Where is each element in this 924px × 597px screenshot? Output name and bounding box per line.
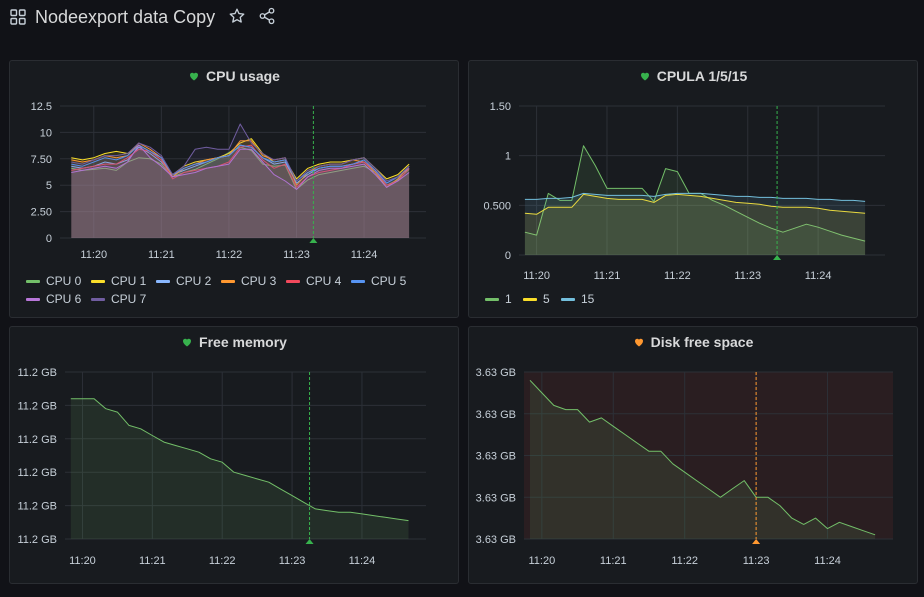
legend-item[interactable]: CPU 2 — [156, 274, 211, 288]
legend-item[interactable]: 5 — [523, 292, 550, 306]
legend-item[interactable]: 15 — [561, 292, 594, 306]
legend-swatch — [26, 297, 40, 301]
x-tick-label: 11:24 — [805, 270, 832, 282]
legend-swatch — [561, 297, 575, 301]
x-tick-label: 11:23 — [734, 270, 761, 282]
apps-grid-icon[interactable] — [10, 9, 26, 25]
legend-label: CPU 1 — [111, 274, 147, 288]
y-tick-label: 1.50 — [490, 101, 511, 113]
dashboard-title[interactable]: Nodeexport data Copy — [35, 7, 215, 28]
y-tick-label: 3.63 GB — [476, 367, 516, 379]
y-tick-label: 11.2 GB — [17, 367, 57, 379]
legend-label: CPU 2 — [176, 274, 212, 288]
legend-swatch — [26, 279, 40, 283]
y-tick-label: 2.50 — [31, 207, 52, 219]
x-tick-label: 11:20 — [523, 270, 550, 282]
x-tick-label: 11:24 — [814, 555, 841, 567]
x-tick-label: 11:22 — [671, 555, 698, 567]
x-tick-label: 11:20 — [80, 249, 107, 261]
x-tick-label: 11:20 — [528, 555, 555, 567]
legend-swatch — [485, 297, 499, 301]
x-tick-label: 11:21 — [594, 270, 621, 282]
legend-swatch — [351, 279, 365, 283]
y-tick-label: 3.63 GB — [476, 409, 516, 421]
disk-free-panel: Disk free space 3.63 GB 3.63 GB 3.63 GB 3.6… — [468, 326, 918, 584]
free-memory-panel: Free memory 11.2 GB 11.2 GB 11.2 GB 11.2 GB… — [9, 326, 459, 584]
x-tick-label: 11:22 — [664, 270, 691, 282]
annotation-marker — [752, 539, 761, 544]
legend-label: 5 — [543, 292, 550, 306]
y-tick-label: 0 — [46, 233, 52, 245]
x-tick-label: 11:24 — [351, 249, 378, 261]
y-tick-label: 10 — [40, 127, 52, 139]
cpula-chart[interactable]: 0 0.500 1 1.50 11:20 11:21 11:22 11:23 11:24 — [469, 61, 919, 319]
y-tick-label: 3.63 GB — [476, 492, 516, 504]
x-tick-label: 11:24 — [349, 555, 376, 567]
legend-item[interactable]: CPU 5 — [351, 274, 406, 288]
series-area — [524, 193, 866, 255]
legend-label: 1 — [505, 292, 512, 306]
y-tick-label: 0 — [505, 250, 511, 262]
legend-label: CPU 7 — [111, 292, 147, 306]
star-icon[interactable] — [228, 7, 246, 25]
x-tick-label: 11:23 — [279, 555, 306, 567]
annotation-marker — [309, 238, 318, 243]
legend-label: CPU 6 — [46, 292, 82, 306]
annotation-marker — [305, 539, 314, 544]
legend-item[interactable]: CPU 1 — [91, 274, 146, 288]
y-tick-label: 7.50 — [31, 154, 52, 166]
y-tick-label: 11.2 GB — [17, 501, 57, 513]
x-tick-label: 11:20 — [69, 555, 96, 567]
x-tick-label: 11:21 — [600, 555, 627, 567]
legend-swatch — [91, 279, 105, 283]
x-tick-label: 11:23 — [743, 555, 770, 567]
y-tick-label: 12.5 — [31, 101, 52, 113]
legend-swatch — [156, 279, 170, 283]
y-tick-label: 11.2 GB — [17, 434, 57, 446]
y-tick-label: 3.63 GB — [476, 451, 516, 463]
legend-swatch — [221, 279, 235, 283]
cpu-usage-legend: CPU 0 CPU 1 CPU 2 CPU 3 CPU 4 CPU 5 CPU 6 CPU 7 — [26, 274, 446, 314]
free-memory-chart[interactable]: 11.2 GB 11.2 GB 11.2 GB 11.2 GB 11.2 GB 11.2 … — [10, 327, 460, 585]
x-tick-label: 11:21 — [148, 249, 175, 261]
share-icon[interactable] — [258, 7, 276, 25]
y-tick-label: 1 — [505, 151, 511, 163]
cpula-panel: CPULA 1/5/15 0 0.500 1 1.50 11:20 11:21 11:22 1… — [468, 60, 918, 318]
annotation-marker — [773, 255, 782, 260]
legend-label: 15 — [581, 292, 595, 306]
legend-label: CPU 5 — [371, 274, 407, 288]
x-tick-label: 11:23 — [283, 249, 310, 261]
legend-label: CPU 4 — [306, 274, 342, 288]
y-tick-label: 11.2 GB — [17, 400, 57, 412]
series-area — [71, 124, 410, 238]
cpu-usage-panel: CPU usage 0 2.50 5 7.50 10 12.5 11:20 11:21 11:2… — [9, 60, 459, 318]
legend-swatch — [286, 279, 300, 283]
legend-item[interactable]: CPU 3 — [221, 274, 276, 288]
legend-item[interactable]: CPU 7 — [91, 292, 146, 306]
y-tick-label: 0.500 — [483, 200, 511, 212]
legend-item[interactable]: CPU 4 — [286, 274, 341, 288]
x-tick-label: 11:21 — [139, 555, 166, 567]
legend-label: CPU 3 — [241, 274, 277, 288]
legend-swatch — [523, 297, 537, 301]
legend-item[interactable]: CPU 6 — [26, 292, 81, 306]
legend-item[interactable]: 1 — [485, 292, 512, 306]
x-tick-label: 11:22 — [216, 249, 243, 261]
y-tick-label: 11.2 GB — [17, 467, 57, 479]
y-tick-label: 11.2 GB — [17, 534, 57, 546]
series-area — [70, 398, 409, 539]
disk-free-chart[interactable]: 3.63 GB 3.63 GB 3.63 GB 3.63 GB 3.63 GB 11:20… — [469, 327, 919, 585]
dashboard-topbar: Nodeexport data Copy — [0, 0, 924, 34]
legend-item[interactable]: CPU 0 — [26, 274, 81, 288]
legend-label: CPU 0 — [46, 274, 82, 288]
x-tick-label: 11:22 — [209, 555, 236, 567]
cpula-legend: 1 5 15 — [485, 292, 905, 312]
legend-swatch — [91, 297, 105, 301]
y-tick-label: 3.63 GB — [476, 534, 516, 546]
y-tick-label: 5 — [46, 180, 52, 192]
